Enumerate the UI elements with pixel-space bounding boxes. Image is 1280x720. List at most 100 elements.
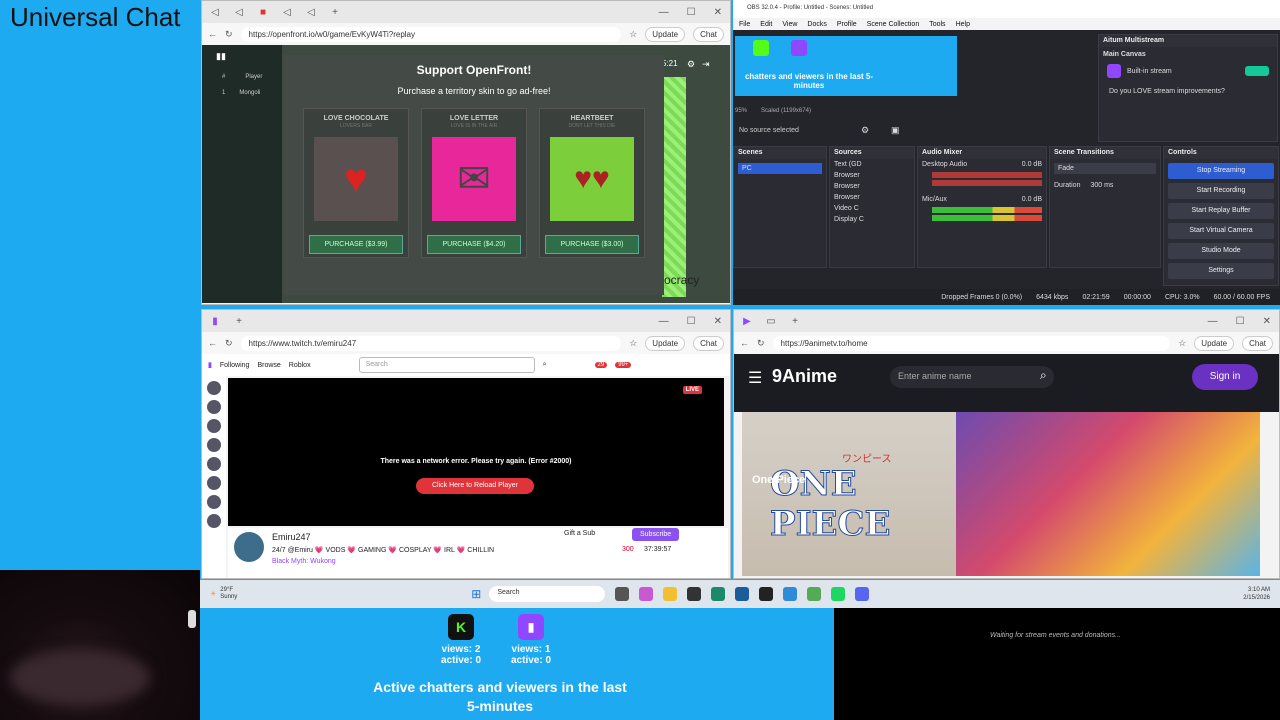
reload-player-button[interactable]: Click Here to Reload Player [416, 478, 534, 494]
purchase-button[interactable]: PURCHASE ($3.00) [545, 235, 639, 254]
video-player[interactable]: LIVE There was a network error. Please t… [228, 378, 724, 526]
discord-icon[interactable] [855, 587, 870, 601]
maximize-icon[interactable]: ☐ [687, 7, 696, 18]
taskbar-search[interactable]: Search [489, 586, 606, 602]
purchase-button[interactable]: PURCHASE ($4.20) [427, 235, 521, 254]
avatar[interactable] [207, 457, 221, 471]
copilot-icon[interactable] [639, 587, 654, 601]
reload-icon[interactable]: ↻ [225, 338, 233, 349]
start-icon[interactable]: ⊞ [471, 587, 481, 601]
minimize-icon[interactable]: — [1208, 316, 1218, 327]
menu-scene-collection[interactable]: Scene Collection [867, 21, 920, 28]
featured-banner[interactable]: ワンピース ONE PIECE [742, 412, 1260, 576]
back-icon[interactable]: ← [208, 338, 217, 348]
stop-streaming-button[interactable]: Stop Streaming [1168, 163, 1274, 179]
subscribe-button[interactable]: Subscribe [632, 528, 680, 541]
duration-input[interactable]: 300 ms [1090, 182, 1113, 189]
nav-roblox[interactable]: Roblox [289, 362, 311, 369]
start-replay-buffer-button[interactable]: Start Replay Buffer [1168, 203, 1274, 219]
start-virtual-camera-button[interactable]: Start Virtual Camera [1168, 223, 1274, 239]
menu-profile[interactable]: Profile [837, 21, 857, 28]
category-link[interactable]: Black Myth: Wukong [272, 558, 336, 565]
weather-icon[interactable]: ☀ [210, 590, 216, 598]
channel-name[interactable]: Emiru247 [272, 532, 311, 542]
chat-button[interactable]: Chat [693, 26, 724, 42]
maximize-icon[interactable]: ☐ [687, 316, 696, 327]
new-tab-icon[interactable]: + [232, 316, 246, 327]
avatar[interactable] [207, 400, 221, 414]
obs-preview[interactable]: chatters and viewers in the last 5-minut… [735, 36, 957, 96]
edge-icon[interactable] [711, 587, 726, 601]
reload-icon[interactable]: ↻ [225, 29, 233, 40]
app-icon[interactable] [807, 587, 822, 601]
nav-browse[interactable]: Browse [257, 362, 280, 369]
stream-toggle[interactable] [1245, 66, 1269, 76]
inbox-badge[interactable]: 99+ [615, 362, 632, 368]
tab-icon[interactable]: ◁ [208, 7, 222, 18]
settings-button[interactable]: Settings [1168, 263, 1274, 279]
notification-badge[interactable]: 29 [594, 362, 608, 368]
close-icon[interactable]: ✕ [714, 316, 722, 327]
scene-item[interactable]: PC [738, 163, 822, 174]
transition-select[interactable]: Fade [1054, 163, 1156, 174]
source-item[interactable]: Text (GD [830, 159, 914, 170]
chat-button[interactable]: Chat [1242, 335, 1273, 351]
avatar[interactable] [207, 381, 221, 395]
studio-mode-button[interactable]: Studio Mode [1168, 243, 1274, 259]
avatar[interactable] [207, 495, 221, 509]
youtube-tab-icon[interactable]: ■ [256, 7, 270, 18]
purchase-button[interactable]: PURCHASE ($3.99) [309, 235, 403, 254]
tab-icon[interactable]: ◁ [232, 7, 246, 18]
source-item[interactable]: Browser [830, 192, 914, 203]
start-recording-button[interactable]: Start Recording [1168, 183, 1274, 199]
maximize-icon[interactable]: ☐ [1236, 316, 1245, 327]
tab-icon[interactable]: ◁ [304, 7, 318, 18]
source-item[interactable]: Display C [830, 214, 914, 225]
site-logo[interactable]: 9Anime [772, 366, 837, 387]
url-field[interactable]: https://openfront.io/w0/game/EvKyW4Ti?re… [240, 26, 622, 42]
vpn-icon[interactable] [783, 587, 798, 601]
obs-icon[interactable] [687, 587, 702, 601]
steam-icon[interactable] [735, 587, 750, 601]
clock[interactable]: 3:10 AM 2/15/2026 [1243, 586, 1280, 602]
menu-icon[interactable]: ☰ [748, 368, 762, 388]
play-tab-icon[interactable]: ▶ [740, 316, 754, 327]
menu-tools[interactable]: Tools [929, 21, 945, 28]
nav-following[interactable]: Following [220, 362, 250, 369]
menu-docks[interactable]: Docks [807, 21, 826, 28]
menu-file[interactable]: File [739, 21, 750, 28]
avatar[interactable] [234, 532, 264, 562]
menu-help[interactable]: Help [956, 21, 970, 28]
close-icon[interactable]: ✕ [714, 7, 722, 18]
avatar[interactable] [207, 476, 221, 490]
exit-icon[interactable]: ⇥ [702, 59, 710, 70]
search-input[interactable]: Search [358, 357, 535, 373]
search-icon[interactable]: ⌕ [1040, 368, 1047, 383]
app-icon[interactable] [759, 587, 774, 601]
new-tab-icon[interactable]: + [788, 316, 802, 327]
banner-title[interactable]: One Piece [752, 474, 805, 486]
update-button[interactable]: Update [1194, 335, 1235, 351]
spotify-icon[interactable] [831, 587, 846, 601]
weather-widget[interactable]: 29°F Sunny [220, 587, 237, 601]
avatar[interactable] [207, 419, 221, 433]
star-icon[interactable]: ☆ [629, 29, 637, 40]
star-icon[interactable]: ☆ [1178, 338, 1186, 349]
minimize-icon[interactable]: — [659, 316, 669, 327]
close-icon[interactable]: ✕ [1263, 316, 1271, 327]
back-icon[interactable]: ← [208, 29, 217, 39]
minimize-icon[interactable]: — [659, 7, 669, 18]
reload-icon[interactable]: ↻ [757, 338, 765, 349]
back-icon[interactable]: ← [740, 338, 749, 348]
avatar[interactable] [207, 514, 221, 528]
avatar[interactable] [207, 438, 221, 452]
update-button[interactable]: Update [645, 335, 686, 351]
new-tab-icon[interactable]: + [328, 7, 342, 18]
menu-edit[interactable]: Edit [760, 21, 772, 28]
search-icon[interactable]: ⌕ [543, 361, 547, 369]
gear-icon[interactable]: ⚙ [861, 125, 869, 136]
url-field[interactable]: https://www.twitch.tv/emiru247 [240, 335, 622, 351]
anime-search-input[interactable]: Enter anime name [890, 366, 1054, 388]
settings-icon[interactable]: ⚙ [687, 59, 695, 70]
chat-button[interactable]: Chat [693, 335, 724, 351]
